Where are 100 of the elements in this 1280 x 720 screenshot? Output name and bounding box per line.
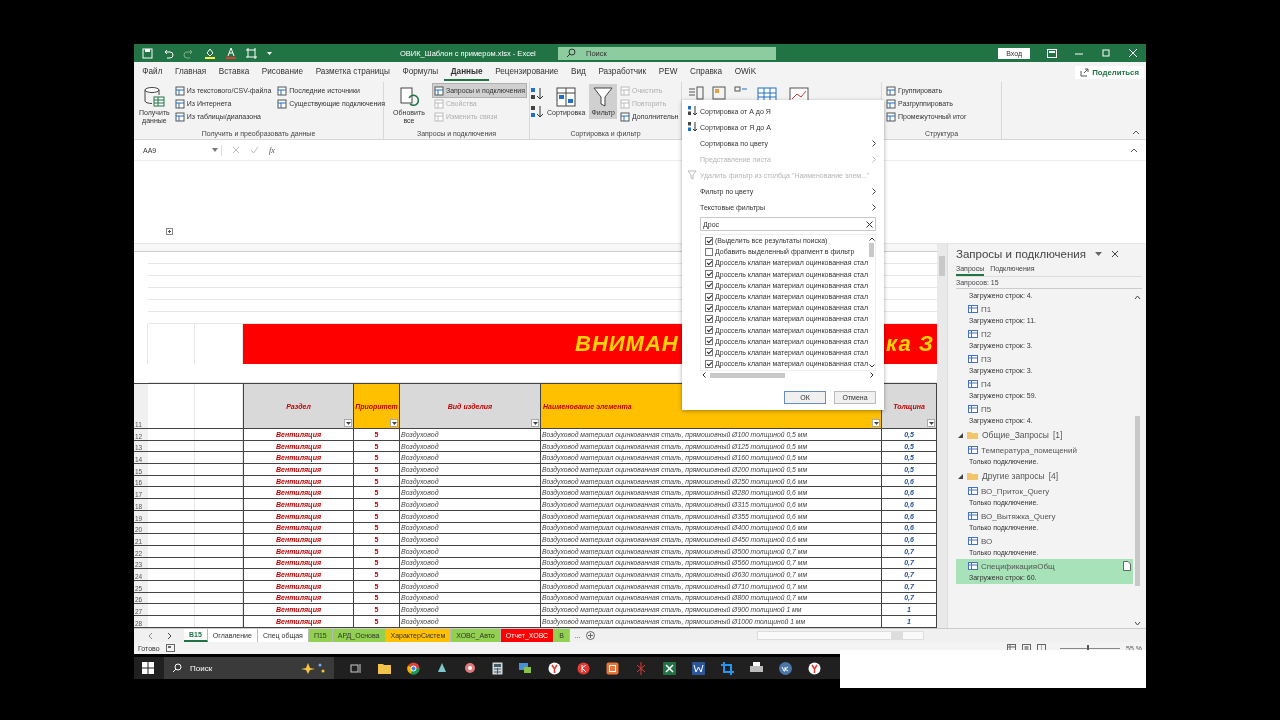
checkbox[interactable] [705, 258, 713, 267]
ribbon-tab[interactable]: Главная [168, 63, 213, 81]
border-icon[interactable] [246, 47, 257, 59]
share-icon [1080, 67, 1090, 77]
calculator-icon[interactable] [492, 661, 503, 675]
expand-icon[interactable] [958, 473, 963, 479]
list-horizontal-scrollbar[interactable] [700, 371, 876, 379]
checkbox[interactable] [705, 303, 713, 312]
vk-icon[interactable] [779, 661, 792, 675]
query-group[interactable]: Общие_Запросы [1] [956, 427, 1133, 443]
checkbox[interactable] [705, 337, 713, 346]
crop-icon[interactable] [721, 661, 734, 675]
table-icon [968, 405, 978, 413]
checkbox[interactable] [705, 247, 713, 256]
ribbon-tab[interactable]: Разметка страницы [309, 63, 397, 81]
ribbon-tab[interactable]: Рецензирование [488, 63, 565, 81]
next-sheet-icon[interactable] [166, 632, 172, 639]
checkbox[interactable] [705, 326, 713, 335]
ribbon-tab[interactable]: PEW [652, 63, 684, 81]
collapse-ribbon-icon[interactable] [1132, 129, 1140, 135]
page-layout-icon[interactable] [1022, 644, 1032, 652]
app-icon[interactable] [464, 662, 476, 674]
checkbox[interactable] [705, 236, 713, 245]
document-icon[interactable] [1123, 561, 1131, 571]
ribbon-tab[interactable]: Вставка [212, 63, 256, 81]
font-color-icon[interactable] [225, 47, 237, 59]
flash-fill-icon[interactable] [712, 86, 726, 102]
ribbon-tab[interactable]: Разработчик [592, 63, 653, 81]
ribbon-tab[interactable]: Справка [683, 63, 729, 81]
table-icon [433, 85, 444, 96]
add-sheet-icon[interactable] [585, 631, 595, 640]
close-icon[interactable] [1110, 250, 1119, 258]
clear-search-icon[interactable] [866, 220, 873, 228]
collapse-formula-bar-icon[interactable] [1130, 147, 1138, 153]
filter-button[interactable] [872, 419, 880, 427]
checkbox[interactable] [705, 348, 713, 357]
customize-icon[interactable] [266, 49, 273, 57]
task-view-icon[interactable] [350, 662, 362, 674]
checkbox[interactable] [705, 292, 713, 301]
excel-icon[interactable] [663, 661, 676, 675]
sort-descending-icon[interactable] [531, 105, 543, 119]
macro-record-icon[interactable] [165, 644, 175, 652]
table-icon [433, 111, 444, 122]
ribbon-tab[interactable]: Файл [136, 63, 169, 81]
outline-expand-icon[interactable] [166, 228, 173, 235]
checkbox[interactable] [705, 281, 713, 290]
table-icon [968, 562, 978, 570]
scroll-thumb[interactable] [1135, 415, 1140, 586]
pane-options-icon[interactable] [1094, 251, 1102, 257]
scroll-thumb[interactable] [710, 372, 785, 378]
table-icon [619, 111, 630, 122]
horizontal-scrollbar[interactable] [756, 631, 924, 640]
text-to-columns-icon[interactable] [688, 86, 704, 102]
fill-color-icon[interactable] [204, 47, 216, 59]
scroll-right-icon[interactable] [870, 372, 874, 378]
sort-ascending-icon[interactable] [531, 87, 543, 101]
scroll-up-icon[interactable] [1134, 295, 1141, 300]
checkbox[interactable] [705, 314, 713, 323]
scroll-left-icon[interactable] [702, 372, 706, 378]
scroll-thumb[interactable] [869, 243, 874, 257]
app-icon[interactable] [519, 662, 532, 674]
sort-descending-icon [688, 122, 698, 132]
ribbon-display-icon[interactable] [1047, 48, 1057, 58]
ribbon-tab[interactable]: Вид [564, 63, 593, 81]
scroll-thumb[interactable] [890, 632, 903, 639]
app-icon[interactable] [606, 661, 619, 675]
undo-icon[interactable] [162, 47, 174, 59]
table-icon [968, 512, 978, 520]
scroll-down-icon[interactable] [868, 364, 875, 368]
filter-button[interactable] [344, 419, 352, 427]
filter-button[interactable] [531, 419, 539, 427]
query-name: П3 [981, 354, 992, 364]
taskbar-search-field[interactable]: Поиск [164, 657, 334, 679]
vertical-scrollbar[interactable] [937, 244, 947, 628]
word-icon[interactable] [692, 661, 705, 675]
table-icon [968, 305, 978, 313]
scroll-thumb[interactable] [939, 256, 945, 276]
ribbon-tab[interactable]: Данные [444, 63, 489, 81]
normal-view-icon[interactable] [1007, 644, 1017, 652]
page-break-icon[interactable] [1037, 644, 1047, 652]
list-scrollbar[interactable] [868, 235, 875, 370]
filter-button[interactable] [927, 419, 935, 427]
app-icon[interactable] [436, 662, 448, 674]
filter-button[interactable] [390, 419, 398, 427]
folder-icon[interactable] [378, 662, 391, 674]
expand-icon[interactable] [958, 432, 963, 438]
checkbox[interactable] [705, 359, 713, 368]
restore-icon[interactable] [1101, 48, 1111, 58]
checkbox[interactable] [705, 270, 713, 279]
ribbon-tab[interactable]: Формулы [396, 63, 445, 81]
scroll-down-icon[interactable] [1134, 621, 1141, 626]
printer-icon[interactable] [750, 662, 763, 674]
save-icon[interactable] [142, 47, 153, 59]
previous-sheet-icon[interactable] [148, 632, 154, 639]
ribbon-tab[interactable]: Рисование [255, 63, 310, 81]
insert-function-button[interactable]: fx [269, 145, 275, 155]
query-group[interactable]: Другие запросы [4] [956, 468, 1133, 484]
scroll-up-icon[interactable] [868, 237, 875, 241]
start-icon[interactable] [142, 662, 154, 674]
ribbon-tab[interactable]: OWiK [728, 63, 763, 81]
